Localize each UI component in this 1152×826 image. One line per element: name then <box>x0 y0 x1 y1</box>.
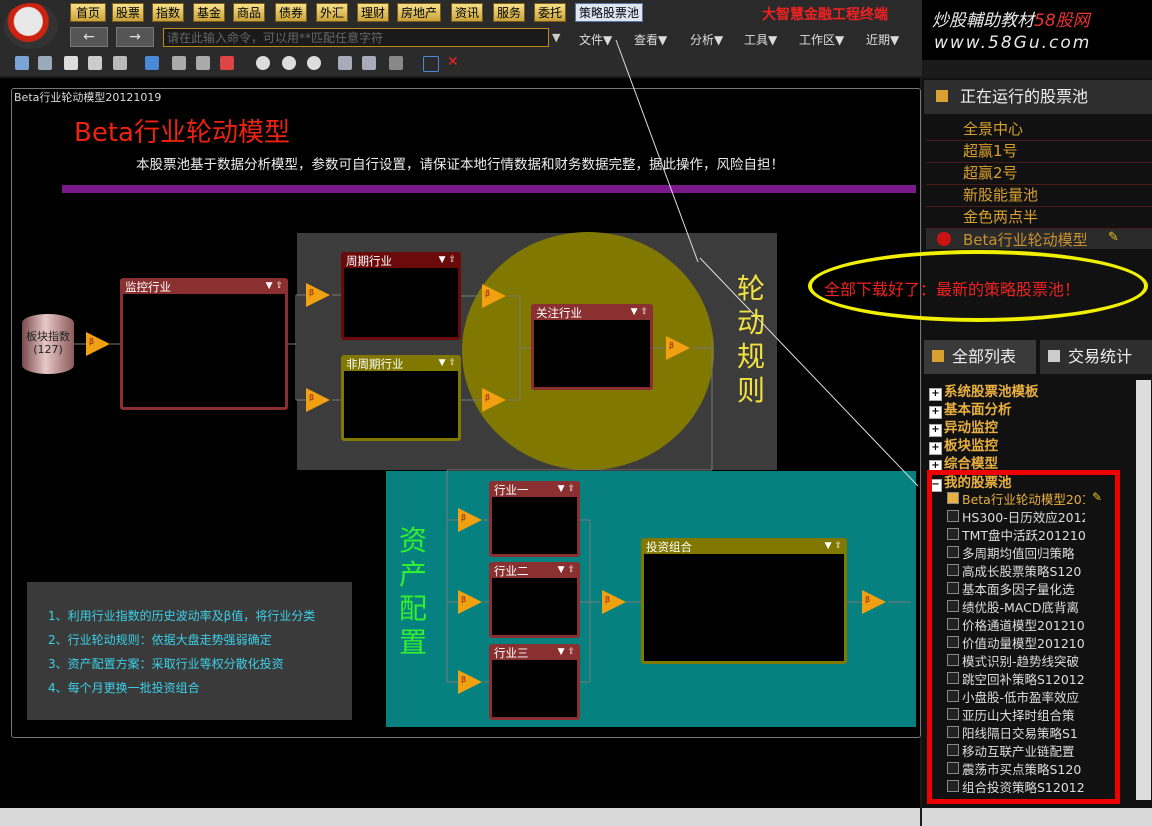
checkbox[interactable] <box>947 762 959 774</box>
running-indicator-icon <box>937 232 951 246</box>
filter-node-icon[interactable]: β <box>482 388 506 412</box>
running-pool-item[interactable]: 金色两点半 <box>963 206 1038 227</box>
my-pool-item[interactable]: 组合投资策略S12012 <box>947 777 1085 796</box>
checkbox[interactable] <box>947 780 959 792</box>
active-pool-label[interactable]: Beta行业轮动模型 <box>963 229 1088 250</box>
node-focus-industry[interactable]: 关注行业 ▼ ⇧ <box>531 304 653 390</box>
vertical-scrollbar[interactable] <box>1136 380 1151 800</box>
my-pool-item[interactable]: 价格通道模型201210 <box>947 615 1085 634</box>
divider <box>926 140 1152 141</box>
pencil-icon[interactable]: ✎ <box>1092 490 1102 504</box>
note-4: 4、每个月更换一批投资组合 <box>48 681 200 695</box>
node-menu-icon[interactable]: ▼ ⇧ <box>825 541 842 551</box>
my-pool-item[interactable]: 跳空回补策略S12012 <box>947 669 1085 688</box>
running-pool-item[interactable]: 全景中心 <box>963 118 1023 139</box>
note-2: 2、行业轮动规则：依据大盘走势强弱确定 <box>48 633 272 647</box>
note-3: 3、资产配置方案：采取行业等权分散化投资 <box>48 657 284 671</box>
my-pool-item[interactable]: 多周期均值回归策略 <box>947 543 1085 562</box>
pencil-icon[interactable]: ✎ <box>1108 230 1119 245</box>
node-monitor-title: 监控行业 <box>123 281 285 294</box>
tab-all-list[interactable]: 全部列表 <box>924 340 1036 374</box>
checkbox[interactable] <box>947 690 959 702</box>
node-cyclical-industry[interactable]: 周期行业 ▼ ⇧ <box>341 252 461 340</box>
checkbox[interactable] <box>947 582 959 594</box>
divider <box>926 206 1152 207</box>
checkbox[interactable] <box>947 564 959 576</box>
my-pool-item[interactable]: 高成长股票策略S120 <box>947 561 1085 580</box>
filter-node-icon[interactable]: β <box>862 590 886 614</box>
running-pools-header: 正在运行的股票池 <box>924 80 1152 114</box>
my-pool-item[interactable]: 价值动量模型201210 <box>947 633 1085 652</box>
node-menu-icon[interactable]: ▼ ⇧ <box>558 565 575 575</box>
my-pool-item[interactable]: 震荡市买点策略S120 <box>947 759 1085 778</box>
checkbox[interactable] <box>947 708 959 720</box>
tab-trade-stats[interactable]: 交易统计 <box>1040 340 1152 374</box>
filter-node-icon[interactable]: β <box>482 284 506 308</box>
filter-node-icon[interactable]: β <box>666 336 690 360</box>
checkbox[interactable] <box>947 636 959 648</box>
rotation-rule-label: 轮动规则 <box>736 272 765 407</box>
divider <box>926 162 1152 163</box>
asset-allocation-label: 资产配置 <box>398 524 427 659</box>
running-pool-item[interactable]: 新股能量池 <box>963 184 1038 205</box>
filter-node-icon[interactable]: β <box>458 590 482 614</box>
node-portfolio-title: 投资组合 <box>644 541 844 554</box>
horizontal-scrollbar[interactable] <box>0 808 920 826</box>
watermark-line2: www.58Gu.com <box>934 33 1092 53</box>
my-pool-item[interactable]: 绩优股-MACD底背离 <box>947 597 1085 616</box>
my-pool-item[interactable]: TMT盘中活跃2012101 <box>947 525 1085 544</box>
running-pool-item[interactable]: 超赢1号 <box>963 140 1018 161</box>
node-menu-icon[interactable]: ▼ ⇧ <box>266 281 283 291</box>
filter-node-icon[interactable]: β <box>458 508 482 532</box>
node-industry-1[interactable]: 行业一 ▼ ⇧ <box>489 481 580 557</box>
my-pool-item[interactable]: 移动互联产业链配置 <box>947 741 1085 760</box>
node-monitor-industry[interactable]: 监控行业 ▼ ⇧ <box>120 278 288 410</box>
checkbox[interactable] <box>947 744 959 756</box>
my-pool-item[interactable]: 模式识别-趋势线突破 <box>947 651 1085 670</box>
checkbox[interactable] <box>947 492 959 504</box>
node-industry-3[interactable]: 行业三 ▼ ⇧ <box>489 644 580 720</box>
note-1: 1、利用行业指数的历史波动率及β值，将行业分类 <box>48 609 316 623</box>
database-label: 板块指数(127) <box>26 330 70 356</box>
checkbox[interactable] <box>947 546 959 558</box>
my-pool-item[interactable]: Beta行业轮动模型20121019 <box>947 489 1085 508</box>
filter-node-icon[interactable]: β <box>602 590 626 614</box>
my-pool-item[interactable]: 亚历山大择时组合策 <box>947 705 1085 724</box>
grid-icon <box>936 90 948 102</box>
checkbox[interactable] <box>947 654 959 666</box>
checkbox[interactable] <box>947 528 959 540</box>
checkbox[interactable] <box>947 600 959 612</box>
filter-node-icon[interactable]: β <box>306 388 330 412</box>
running-pool-item[interactable]: 超赢2号 <box>963 162 1018 183</box>
checkbox[interactable] <box>947 618 959 630</box>
my-pool-item[interactable]: 阳线隔日交易策略S1 <box>947 723 1085 742</box>
node-menu-icon[interactable]: ▼ ⇧ <box>439 358 456 368</box>
divider <box>926 184 1152 185</box>
node-menu-icon[interactable]: ▼ ⇧ <box>558 647 575 657</box>
node-menu-icon[interactable]: ▼ ⇧ <box>631 307 648 317</box>
node-menu-icon[interactable]: ▼ ⇧ <box>558 484 575 494</box>
node-industry-2[interactable]: 行业二 ▼ ⇧ <box>489 562 580 638</box>
checkbox[interactable] <box>947 510 959 522</box>
node-menu-icon[interactable]: ▼ ⇧ <box>439 255 456 265</box>
filter-node-icon[interactable]: β <box>86 332 110 356</box>
my-pool-item[interactable]: 基本面多因子量化选 <box>947 579 1085 598</box>
panel-horizontal-scrollbar[interactable] <box>922 808 1152 826</box>
checkbox[interactable] <box>947 726 959 738</box>
node-portfolio[interactable]: 投资组合 ▼ ⇧ <box>641 538 847 664</box>
checkbox[interactable] <box>947 672 959 684</box>
stats-icon <box>1048 350 1060 362</box>
node-noncyclical-industry[interactable]: 非周期行业 ▼ ⇧ <box>341 355 461 441</box>
list-icon <box>932 350 944 362</box>
filter-node-icon[interactable]: β <box>306 283 330 307</box>
notes-box <box>27 582 352 720</box>
filter-node-icon[interactable]: β <box>458 670 482 694</box>
my-pool-item[interactable]: HS300-日历效应2012 <box>947 507 1085 526</box>
callout-text: 全部下载好了：最新的策略股票池！ <box>824 280 1081 299</box>
watermark-line1: 炒股輔助教材58股网 <box>932 11 1090 31</box>
my-pool-item[interactable]: 小盘股-低市盈率效应 <box>947 687 1085 706</box>
